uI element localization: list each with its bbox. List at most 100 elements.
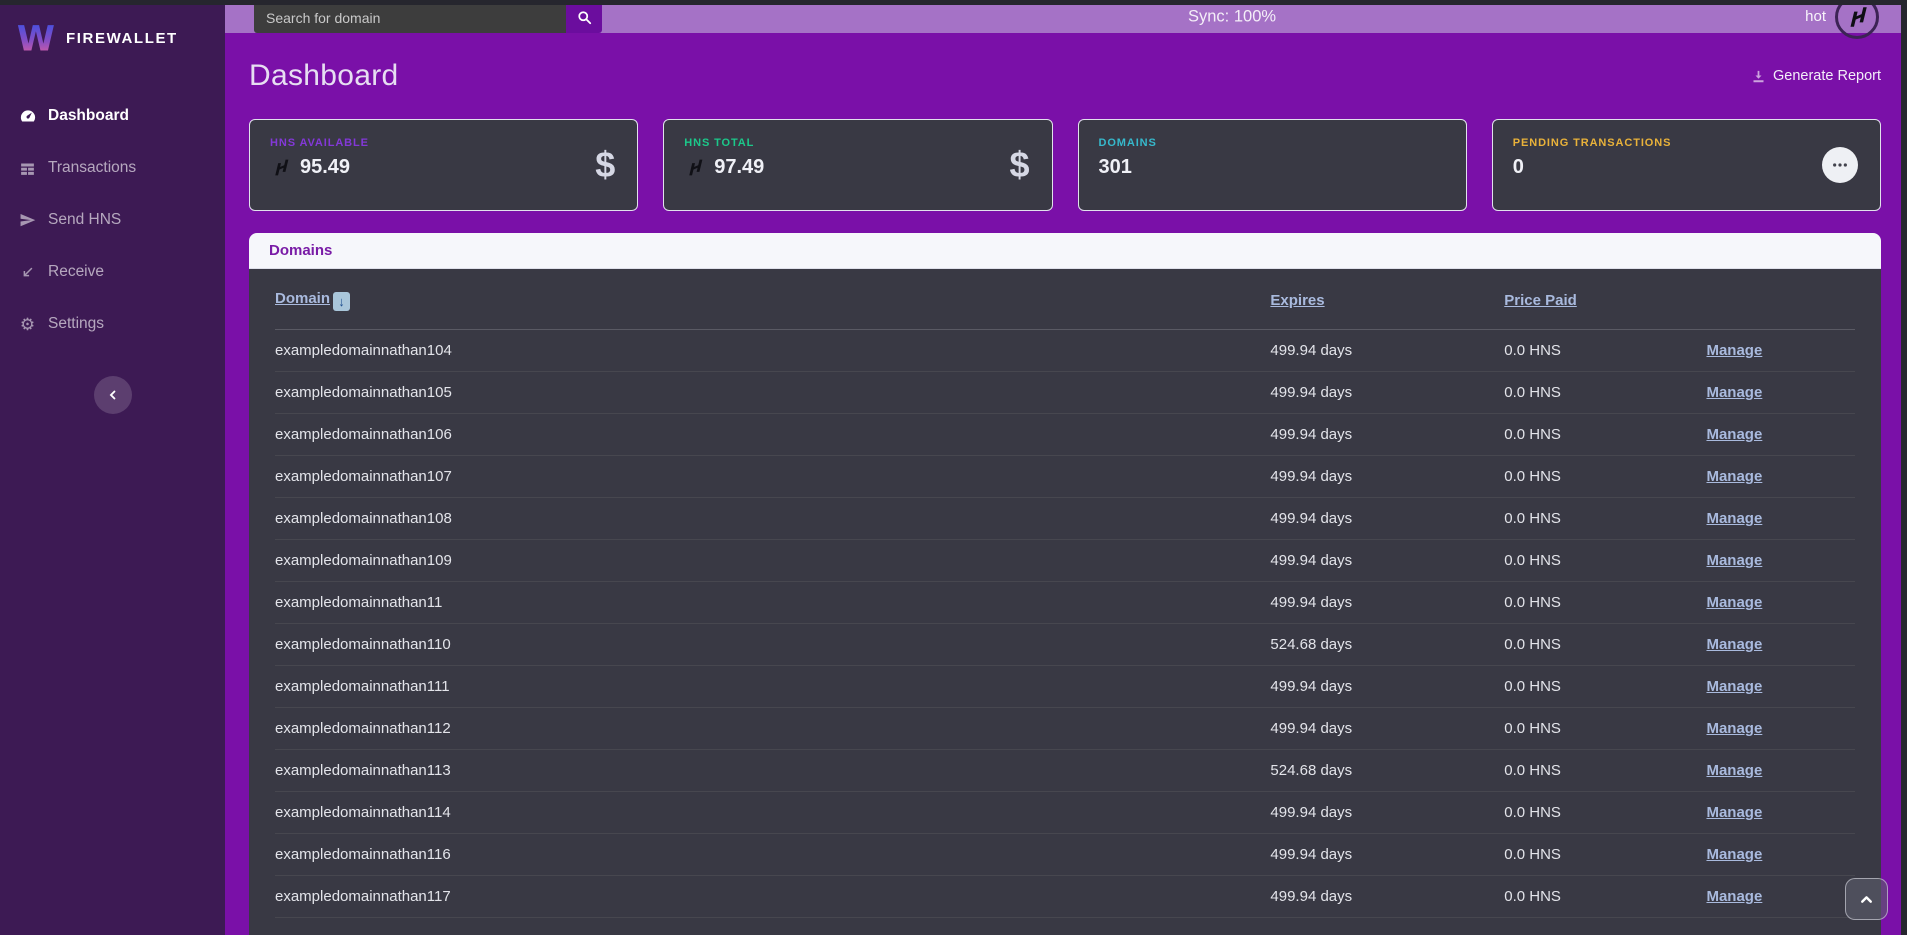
expires-cell: 499.94 days (1270, 708, 1504, 750)
manage-link[interactable]: Manage (1706, 636, 1762, 653)
window-top-edge (0, 0, 1907, 5)
manage-link[interactable]: Manage (1706, 384, 1762, 401)
table-row: exampledomainnathan108 499.94 days 0.0 H… (275, 498, 1855, 540)
manage-link[interactable]: Manage (1706, 846, 1762, 863)
manage-link[interactable]: Manage (1706, 552, 1762, 569)
expires-cell: 499.94 days (1270, 414, 1504, 456)
price-cell: 0.0 HNS (1504, 414, 1706, 456)
sidebar-item-receive[interactable]: Receive (0, 246, 225, 298)
dashboard-gauge-icon (18, 107, 37, 125)
stat-card-value: 95.49 (300, 156, 350, 179)
price-cell: 0.0 HNS (1504, 498, 1706, 540)
table-row: exampledomainnathan105 499.94 days 0.0 H… (275, 372, 1855, 414)
table-row: exampledomainnathan106 499.94 days 0.0 H… (275, 414, 1855, 456)
table-row: exampledomainnathan104 499.94 days 0.0 H… (275, 330, 1855, 372)
main-area: Sync: 100% hot (225, 0, 1907, 935)
sort-price-paid-link[interactable]: Price Paid (1504, 292, 1577, 309)
hns-logo-icon (684, 157, 705, 178)
stat-card-label: PENDING TRANSACTIONS (1513, 137, 1860, 149)
gear-icon: ⚙ (18, 316, 37, 333)
manage-link[interactable]: Manage (1706, 762, 1762, 779)
domains-panel-title: Domains (269, 242, 332, 259)
sidebar-item-label: Transactions (48, 159, 136, 177)
table-row: exampledomainnathan117 499.94 days 0.0 H… (275, 876, 1855, 918)
price-cell: 0.0 HNS (1504, 750, 1706, 792)
sidebar-item-label: Receive (48, 263, 104, 281)
manage-link[interactable]: Manage (1706, 342, 1762, 359)
search-group (254, 2, 602, 33)
sidebar-item-transactions[interactable]: Transactions (0, 142, 225, 194)
price-cell: 0.0 HNS (1504, 624, 1706, 666)
manage-link[interactable]: Manage (1706, 678, 1762, 695)
table-row: exampledomainnathan11 499.94 days 0.0 HN… (275, 582, 1855, 624)
sidebar-item-label: Send HNS (48, 211, 121, 229)
manage-link[interactable]: Manage (1706, 468, 1762, 485)
brand-link[interactable]: W FIREWALLET (0, 5, 225, 68)
expires-cell: 499.94 days (1270, 582, 1504, 624)
page-title: Dashboard (249, 59, 398, 93)
stat-card-value: 301 (1099, 156, 1132, 179)
table-row: exampledomainnathan116 499.94 days 0.0 H… (275, 834, 1855, 876)
domain-cell: exampledomainnathan106 (275, 414, 1270, 456)
send-icon (18, 212, 37, 229)
search-input[interactable] (254, 2, 566, 33)
chevron-up-icon (1858, 891, 1875, 908)
stat-card-pending-transactions: PENDING TRANSACTIONS 0 (1492, 119, 1881, 211)
receive-arrow-icon (18, 265, 37, 280)
expires-cell: 499.94 days (1270, 792, 1504, 834)
domain-cell: exampledomainnathan110 (275, 624, 1270, 666)
dollar-sign-icon: $ (595, 147, 615, 183)
price-cell: 0.0 HNS (1504, 792, 1706, 834)
price-cell: 0.0 HNS (1504, 372, 1706, 414)
price-cell: 0.0 HNS (1504, 456, 1706, 498)
scroll-to-top-button[interactable] (1845, 878, 1888, 920)
table-row: exampledomainnathan110 524.68 days 0.0 H… (275, 624, 1855, 666)
manage-link[interactable]: Manage (1706, 426, 1762, 443)
domain-cell: exampledomainnathan113 (275, 750, 1270, 792)
firewallet-logo-icon: W (16, 18, 56, 58)
stat-card-hns-available: HNS AVAILABLE 95.49 $ (249, 119, 638, 211)
domain-cell: exampledomainnathan107 (275, 456, 1270, 498)
sidebar-collapse-button[interactable] (94, 376, 132, 414)
domain-cell: exampledomainnathan116 (275, 834, 1270, 876)
manage-link[interactable]: Manage (1706, 510, 1762, 527)
manage-link[interactable]: Manage (1706, 888, 1762, 905)
price-cell: 0.0 HNS (1504, 708, 1706, 750)
stat-card-label: DOMAINS (1099, 137, 1446, 149)
domain-cell: exampledomainnathan112 (275, 708, 1270, 750)
sidebar: W FIREWALLET Dashboard Transactions (0, 0, 225, 935)
wallet-selector[interactable]: hot (1805, 0, 1879, 39)
search-icon (577, 10, 592, 25)
expires-cell: 524.68 days (1270, 750, 1504, 792)
search-button[interactable] (566, 2, 602, 33)
pending-actions-button[interactable] (1822, 147, 1858, 183)
manage-link[interactable]: Manage (1706, 804, 1762, 821)
price-cell: 0.0 HNS (1504, 834, 1706, 876)
brand-title: FIREWALLET (66, 30, 178, 47)
domain-cell: exampledomainnathan11 (275, 582, 1270, 624)
dollar-sign-icon: $ (1009, 147, 1029, 183)
stat-card-value: 0 (1513, 156, 1524, 179)
generate-report-button[interactable]: Generate Report (1751, 68, 1881, 84)
sidebar-item-settings[interactable]: ⚙ Settings (0, 298, 225, 350)
price-cell: 0.0 HNS (1504, 330, 1706, 372)
stat-card-value: 97.49 (714, 156, 764, 179)
domains-panel: Domains Domain↓ Expires Price Paid (249, 233, 1881, 935)
sidebar-item-dashboard[interactable]: Dashboard (0, 90, 225, 142)
manage-link[interactable]: Manage (1706, 720, 1762, 737)
expires-cell: 499.94 days (1270, 876, 1504, 918)
domain-cell: exampledomainnathan104 (275, 330, 1270, 372)
sort-expires-link[interactable]: Expires (1270, 292, 1324, 309)
chevron-left-icon (106, 388, 120, 402)
manage-link[interactable]: Manage (1706, 594, 1762, 611)
sidebar-item-label: Settings (48, 315, 104, 333)
sidebar-item-send-hns[interactable]: Send HNS (0, 194, 225, 246)
domain-cell: exampledomainnathan117 (275, 876, 1270, 918)
sort-domain-link[interactable]: Domain (275, 290, 330, 307)
price-cell: 0.0 HNS (1504, 582, 1706, 624)
table-row: exampledomainnathan112 499.94 days 0.0 H… (275, 708, 1855, 750)
domains-table: Domain↓ Expires Price Paid exampledomain… (275, 269, 1855, 918)
table-row: exampledomainnathan111 499.94 days 0.0 H… (275, 666, 1855, 708)
expires-cell: 499.94 days (1270, 330, 1504, 372)
stat-cards-row: HNS AVAILABLE 95.49 $ HNS TOTAL (249, 119, 1881, 211)
